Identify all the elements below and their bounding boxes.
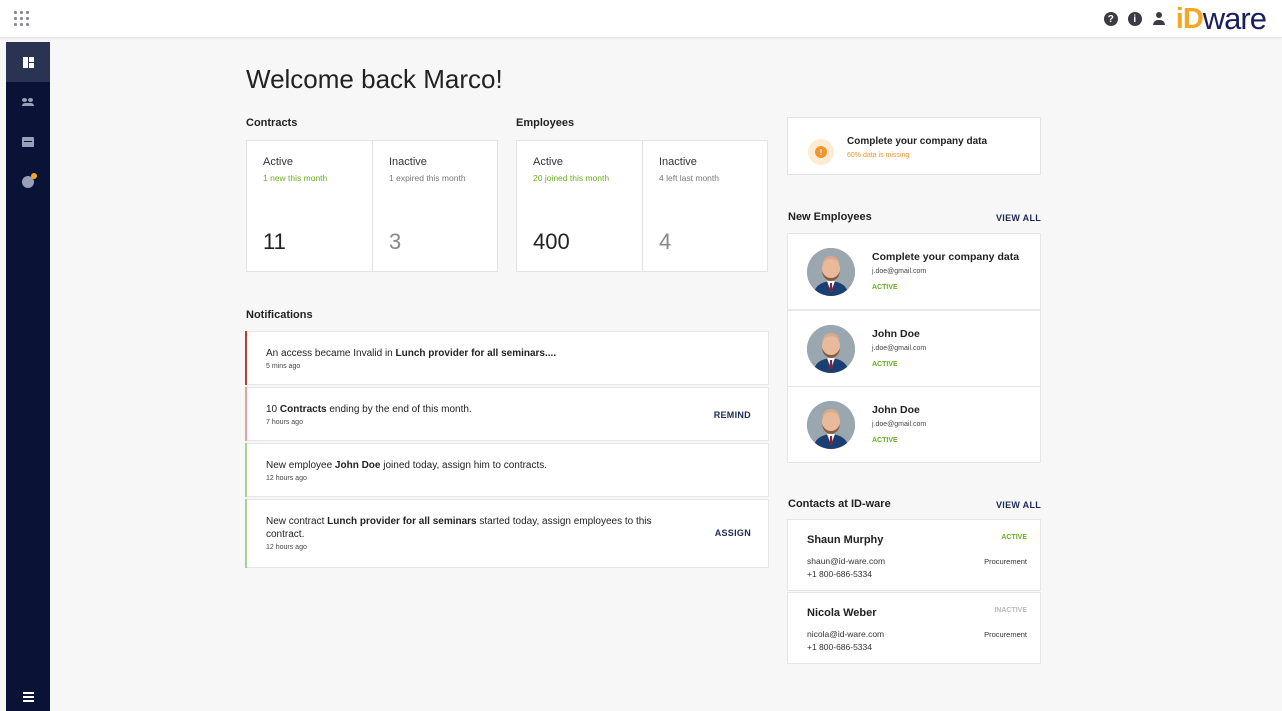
people-icon: [22, 98, 34, 106]
notification-time: 7 hours ago: [266, 419, 303, 426]
notification-time: 5 mins ago: [266, 363, 301, 370]
employee-email: j.doe@gmail.com: [872, 345, 927, 352]
contact-name: Shaun Murphy: [807, 534, 884, 546]
assign-button[interactable]: ASSIGN: [715, 528, 751, 538]
sidebar-item-dashboard[interactable]: [6, 42, 50, 82]
status-badge: ACTIVE: [872, 284, 898, 291]
employee-name: John Doe: [872, 328, 920, 340]
notification-item[interactable]: An access became Invalid in Lunch provid…: [245, 331, 769, 385]
info-icon[interactable]: i: [1127, 12, 1142, 26]
sidebar-item-contracts[interactable]: [6, 122, 50, 162]
top-bar: ? i iD ware: [0, 0, 1282, 38]
contact-card[interactable]: Nicola Weber nicola@id-ware.com +1 800-6…: [787, 592, 1041, 664]
contracts-inactive[interactable]: Inactive 1 expired this month 3: [373, 141, 498, 271]
header-actions: ? i iD ware: [1103, 1, 1267, 36]
employees-active[interactable]: Active 20 joined this month 400: [517, 141, 642, 271]
employee-name: John Doe: [872, 404, 920, 416]
contracts-card: Active 1 new this month 11 Inactive 1 ex…: [246, 140, 498, 272]
hamburger-icon[interactable]: [6, 683, 50, 711]
contact-phone: +1 800-686-5334: [807, 642, 872, 652]
contracts-active[interactable]: Active 1 new this month 11: [247, 141, 372, 271]
contact-name: Nicola Weber: [807, 607, 877, 619]
notification-severity-bar: [245, 387, 247, 441]
sidebar-item-people[interactable]: [6, 82, 50, 122]
employees-card: Active 20 joined this month 400 Inactive…: [516, 140, 768, 272]
status-badge: ACTIVE: [1001, 534, 1027, 541]
notification-item[interactable]: 10 Contracts ending by the end of this m…: [245, 387, 769, 441]
status-badge: INACTIVE: [994, 607, 1027, 614]
contracts-title: Contracts: [246, 117, 298, 129]
user-icon[interactable]: [1152, 12, 1166, 26]
employee-card[interactable]: John Doe j.doe@gmail.com ACTIVE: [787, 386, 1041, 463]
contact-email: nicola@id-ware.com: [807, 629, 885, 639]
notification-severity-bar: [245, 499, 247, 568]
notifications-title: Notifications: [246, 309, 313, 321]
avatar: [807, 401, 855, 449]
status-badge: ACTIVE: [872, 437, 898, 444]
status-badge: ACTIVE: [872, 361, 898, 368]
employee-email: j.doe@gmail.com: [872, 268, 927, 275]
exclamation-icon: !: [808, 139, 834, 165]
new-employees-view-all-link[interactable]: VIEW ALL: [996, 213, 1041, 223]
employees-active-count: 400: [533, 229, 570, 254]
avatar: [807, 248, 855, 296]
contacts-view-all-link[interactable]: VIEW ALL: [996, 500, 1041, 510]
avatar: [807, 325, 855, 373]
employees-inactive[interactable]: Inactive 4 left last month 4: [643, 141, 768, 271]
apps-grid-icon[interactable]: [14, 11, 30, 27]
info-icon: [22, 173, 37, 188]
company-data-alert[interactable]: ! Complete your company data 60% data is…: [787, 117, 1041, 175]
new-employees-title: New Employees: [788, 211, 872, 223]
notification-severity-bar: [245, 331, 247, 385]
contact-card[interactable]: Shaun Murphy shaun@id-ware.com +1 800-68…: [787, 519, 1041, 591]
page-title: Welcome back Marco!: [246, 64, 503, 94]
notification-severity-bar: [245, 443, 247, 497]
contact-department: Procurement: [984, 630, 1027, 639]
dashboard-icon: [22, 56, 34, 68]
remind-button[interactable]: REMIND: [714, 410, 751, 420]
folder-icon: [22, 137, 34, 147]
employee-card[interactable]: Complete your company data j.doe@gmail.c…: [787, 233, 1041, 310]
employee-name: Complete your company data: [872, 251, 1020, 263]
notification-item[interactable]: New employee John Doe joined today, assi…: [245, 443, 769, 497]
notification-item[interactable]: New contract Lunch provider for all semi…: [245, 499, 769, 568]
notification-time: 12 hours ago: [266, 544, 307, 551]
idware-logo: iD ware: [1175, 1, 1267, 36]
employees-title: Employees: [516, 117, 575, 129]
contacts-title: Contacts at ID-ware: [788, 498, 891, 510]
contact-phone: +1 800-686-5334: [807, 569, 872, 579]
help-icon[interactable]: ?: [1103, 12, 1118, 26]
contact-department: Procurement: [984, 557, 1027, 566]
sidebar: [6, 42, 50, 711]
employees-inactive-count: 4: [659, 229, 672, 254]
sidebar-item-notifications[interactable]: [6, 162, 50, 202]
employee-email: j.doe@gmail.com: [872, 421, 927, 428]
contact-email: shaun@id-ware.com: [807, 556, 886, 566]
employee-card[interactable]: John Doe j.doe@gmail.com ACTIVE: [787, 310, 1041, 387]
contracts-inactive-count: 3: [389, 229, 402, 254]
contracts-active-count: 11: [263, 229, 286, 254]
notification-time: 12 hours ago: [266, 475, 307, 482]
notification-dot: [31, 173, 37, 179]
